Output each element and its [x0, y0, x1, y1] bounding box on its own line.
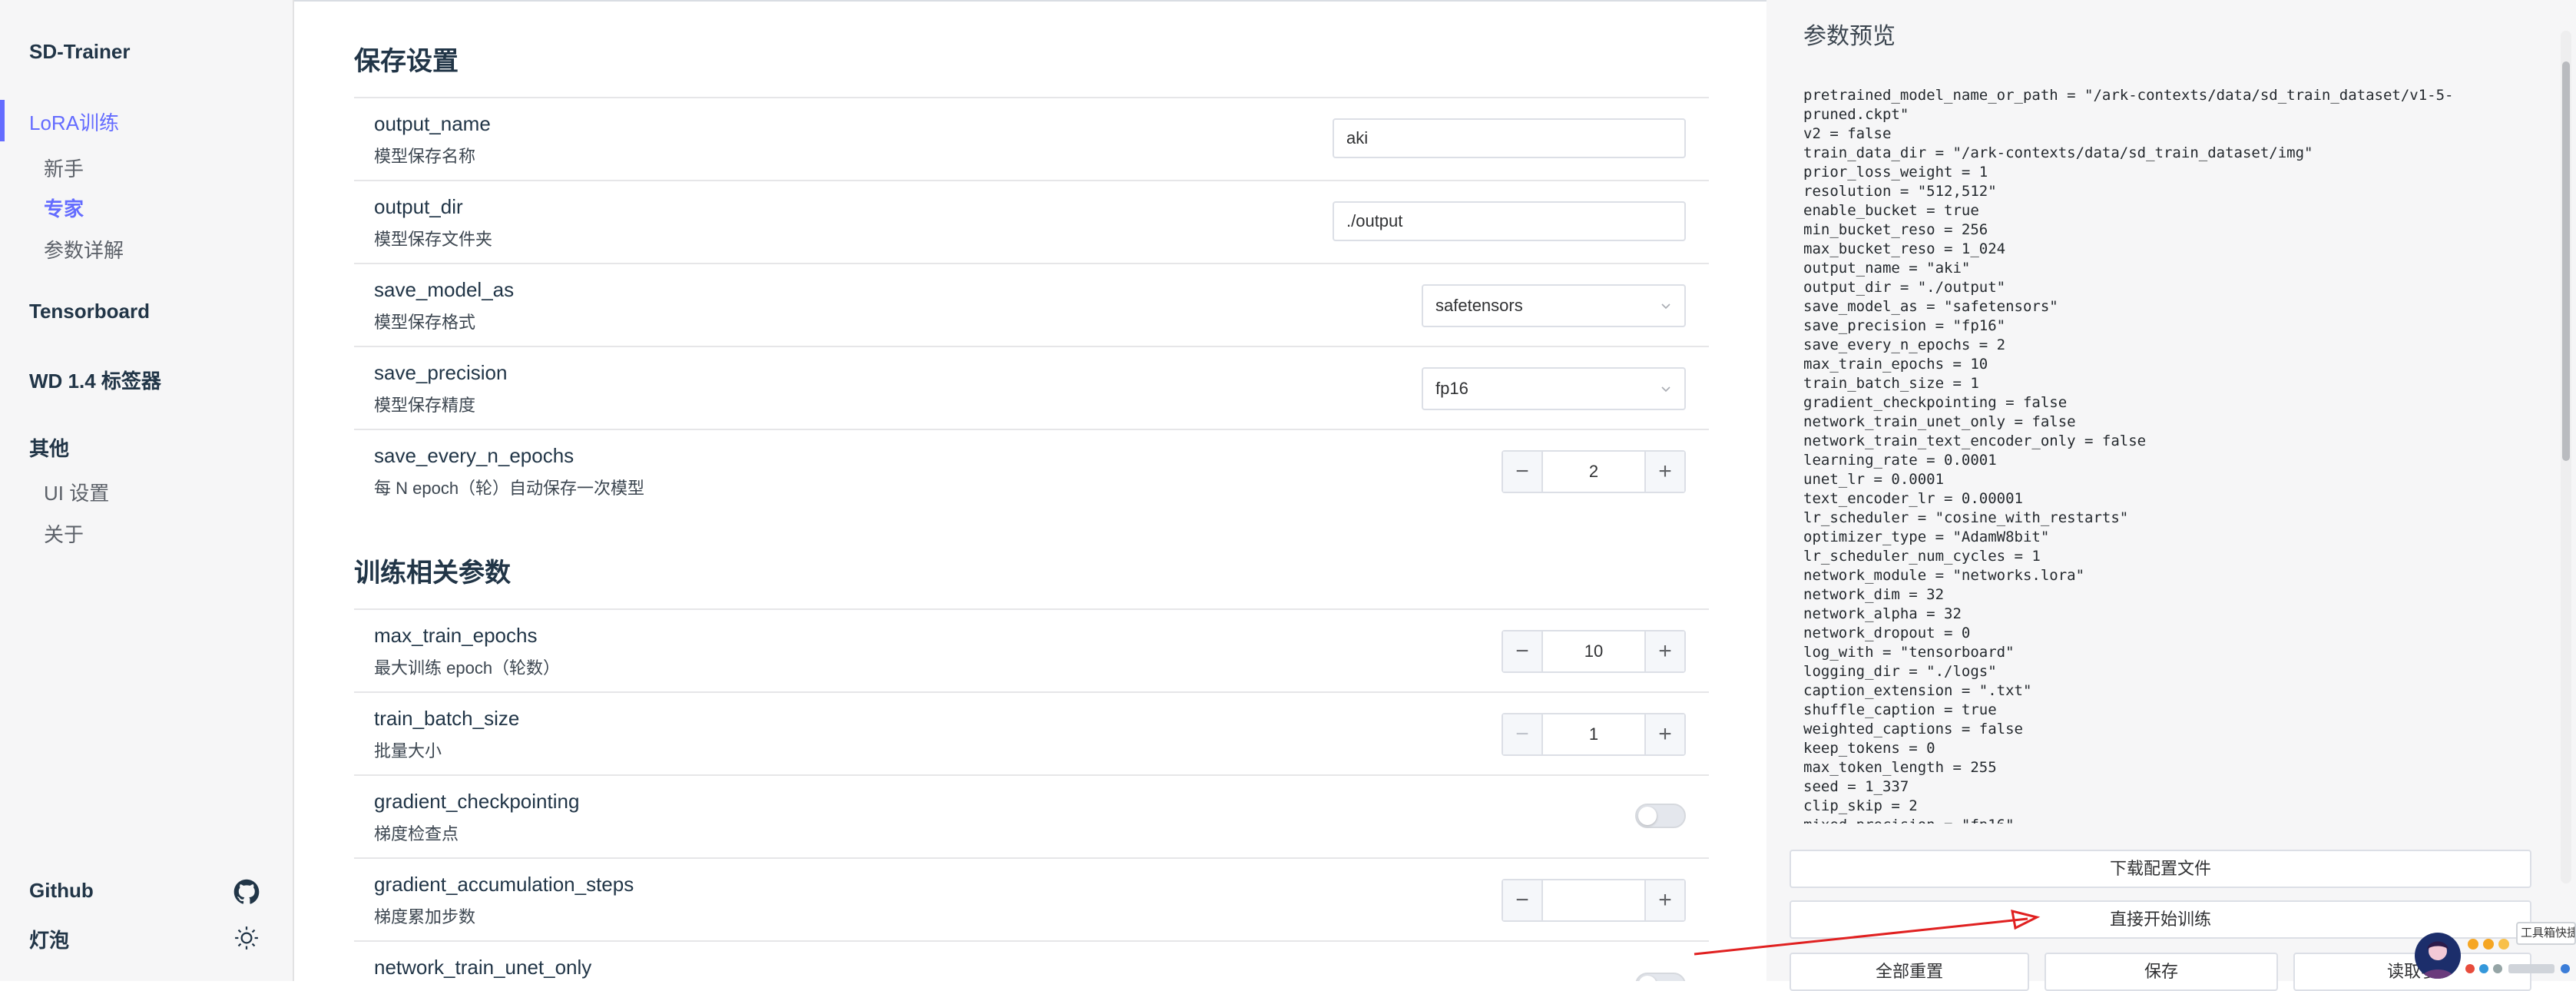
param-name: gradient_checkpointing: [374, 790, 580, 813]
param-desc: 批量大小: [374, 741, 442, 761]
sidebar: SD-Trainer LoRA训练 新手 专家 参数详解 Tensorboard…: [0, 0, 294, 981]
config-preview-code: pretrained_model_name_or_path = "/ark-co…: [1803, 87, 2454, 824]
nav-wd14-tagger[interactable]: WD 1.4 标签器: [29, 366, 161, 394]
decrement-button[interactable]: −: [1503, 452, 1543, 492]
save-precision-select[interactable]: fp16: [1422, 367, 1686, 410]
theme-toggle-row[interactable]: 灯泡: [29, 925, 260, 956]
nav-item-expert[interactable]: 专家: [44, 194, 84, 222]
network-train-unet-only-toggle[interactable]: [1635, 973, 1686, 981]
param-name: max_train_epochs: [374, 624, 538, 647]
increment-button[interactable]: +: [1644, 714, 1684, 754]
nav-item-about[interactable]: 关于: [44, 519, 84, 548]
app-brand[interactable]: SD-Trainer: [29, 40, 131, 64]
param-desc: 梯度累加步数: [374, 907, 476, 926]
preview-title: 参数预览: [1803, 24, 1896, 49]
floating-toolbox-icons[interactable]: [2465, 936, 2519, 953]
theme-label: 灯泡: [29, 929, 70, 952]
param-name: network_train_unet_only: [374, 956, 592, 979]
section-title-save: 保存设置: [354, 47, 459, 76]
param-desc: 模型保存名称: [374, 147, 476, 166]
github-link[interactable]: Github: [29, 879, 260, 910]
select-value: safetensors: [1435, 296, 1523, 315]
annotation-arrow: [1694, 909, 2041, 956]
train-batch-size-stepper[interactable]: − 1 +: [1502, 713, 1686, 756]
param-name: save_model_as: [374, 278, 515, 301]
nav-lora-training[interactable]: LoRA训练: [29, 108, 119, 136]
decrement-button[interactable]: −: [1503, 880, 1543, 920]
param-name: output_name: [374, 112, 491, 135]
param-desc: 模型保存精度: [374, 396, 476, 415]
github-label: Github: [29, 879, 94, 902]
param-name: save_precision: [374, 361, 508, 384]
toolbox-tooltip: 工具箱快捷: [2516, 922, 2576, 945]
chevron-down-icon: [1661, 303, 1670, 310]
param-row-output-name: output_name 模型保存名称 aki: [354, 97, 1709, 178]
section-title-train: 训练相关参数: [354, 558, 511, 588]
max-train-epochs-stepper[interactable]: − 10 +: [1502, 630, 1686, 673]
param-row-max-train-epochs: max_train_epochs 最大训练 epoch（轮数） − 10 +: [354, 608, 1709, 690]
save-model-as-select[interactable]: safetensors: [1422, 284, 1686, 327]
increment-button[interactable]: +: [1644, 880, 1684, 920]
toggle-knob: [1638, 976, 1657, 981]
stepper-value[interactable]: [1543, 880, 1644, 920]
preview-scrollbar[interactable]: [2561, 31, 2571, 883]
param-row-gradient-accumulation-steps: gradient_accumulation_steps 梯度累加步数 − +: [354, 857, 1709, 939]
stepper-value[interactable]: 2: [1543, 452, 1644, 492]
param-preview-panel: 参数预览 pretrained_model_name_or_path = "/a…: [1766, 0, 2576, 991]
nav-active-indicator: [0, 100, 5, 141]
increment-button[interactable]: +: [1644, 631, 1684, 671]
nav-item-ui-settings[interactable]: UI 设置: [44, 478, 109, 506]
param-row-train-batch-size: train_batch_size 批量大小 − 1 +: [354, 691, 1709, 773]
output-name-input[interactable]: aki: [1333, 118, 1686, 158]
output-dir-input[interactable]: ./output: [1333, 201, 1686, 241]
stepper-value[interactable]: 10: [1543, 631, 1644, 671]
gradient-checkpointing-toggle[interactable]: [1635, 804, 1686, 828]
nav-tensorboard[interactable]: Tensorboard: [29, 300, 150, 323]
gradient-accumulation-steps-stepper[interactable]: − +: [1502, 879, 1686, 922]
param-row-save-every-n-epochs: save_every_n_epochs 每 N epoch（轮）自动保存一次模型…: [354, 429, 1709, 510]
param-row-output-dir: output_dir 模型保存文件夹 ./output: [354, 180, 1709, 261]
param-desc: 模型保存文件夹: [374, 230, 493, 249]
nav-item-beginner[interactable]: 新手: [44, 154, 84, 182]
toggle-knob: [1638, 807, 1657, 825]
increment-button[interactable]: +: [1644, 452, 1684, 492]
param-name: save_every_n_epochs: [374, 444, 574, 467]
nav-item-param-details[interactable]: 参数详解: [44, 235, 124, 263]
param-name: output_dir: [374, 195, 463, 218]
save-every-n-epochs-stepper[interactable]: − 2 +: [1502, 450, 1686, 493]
param-desc: 最大训练 epoch（轮数）: [374, 658, 561, 678]
stepper-value[interactable]: 1: [1543, 714, 1644, 754]
nav-other[interactable]: 其他: [29, 433, 69, 462]
decrement-button[interactable]: −: [1503, 631, 1543, 671]
decrement-button[interactable]: −: [1503, 714, 1543, 754]
param-row-save-model-as: save_model_as 模型保存格式 safetensors: [354, 263, 1709, 344]
select-value: fp16: [1435, 379, 1468, 398]
floating-toolbox-icons-row[interactable]: [2462, 960, 2576, 977]
sun-icon[interactable]: [233, 925, 260, 951]
avatar[interactable]: [2415, 933, 2461, 979]
scrollbar-thumb[interactable]: [2562, 61, 2570, 461]
param-desc: 梯度检查点: [374, 824, 459, 844]
param-desc: 每 N epoch（轮）自动保存一次模型: [374, 479, 645, 498]
param-name: train_batch_size: [374, 707, 520, 730]
param-row-network-train-unet-only: network_train_unet_only: [354, 940, 1709, 981]
param-row-save-precision: save_precision 模型保存精度 fp16: [354, 346, 1709, 427]
chevron-down-icon: [1661, 386, 1670, 393]
save-button[interactable]: 保存: [2045, 953, 2278, 991]
param-desc: 模型保存格式: [374, 313, 476, 332]
github-icon[interactable]: [233, 879, 260, 905]
param-row-gradient-checkpointing: gradient_checkpointing 梯度检查点: [354, 774, 1709, 856]
main-form: 保存设置 output_name 模型保存名称 aki output_dir 模…: [294, 0, 1766, 981]
param-name: gradient_accumulation_steps: [374, 873, 634, 896]
download-config-button[interactable]: 下载配置文件: [1790, 850, 2531, 888]
